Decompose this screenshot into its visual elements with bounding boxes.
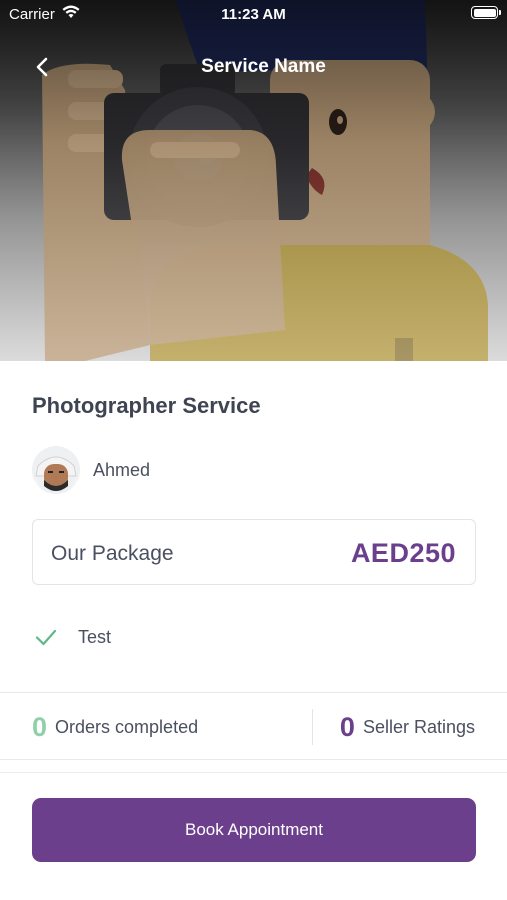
book-appointment-button[interactable]: Book Appointment <box>32 798 476 862</box>
feature-label: Test <box>78 626 112 647</box>
check-icon <box>35 629 57 646</box>
package-card[interactable]: Our Package AED250 <box>32 519 476 585</box>
seller-avatar-image <box>32 446 80 494</box>
footer-divider <box>0 772 507 773</box>
package-label: Our Package <box>51 542 174 565</box>
status-bar: Carrier 11:23 AM <box>0 0 507 28</box>
nav-title: Service Name <box>201 56 326 77</box>
feature-item: Test <box>34 624 111 650</box>
package-price: AED250 <box>350 538 456 568</box>
ratings-label: Seller Ratings <box>362 716 475 737</box>
orders-label: Orders completed <box>55 716 199 737</box>
stats-divider <box>312 709 313 745</box>
orders-stat: 0 Orders completed <box>32 693 198 761</box>
ratings-stat[interactable]: 0 Seller Ratings <box>340 693 475 761</box>
seller-name: Ahmed <box>93 459 151 480</box>
battery-icon <box>471 6 501 19</box>
hero-gradient-overlay <box>0 0 507 361</box>
hero-image <box>0 0 507 361</box>
seller-info[interactable]: Ahmed <box>32 446 150 494</box>
service-title: Photographer Service <box>32 393 261 418</box>
avatar <box>32 446 80 494</box>
status-time: 11:23 AM <box>221 6 286 23</box>
ratings-count: 0 <box>339 711 355 742</box>
orders-count: 0 <box>32 711 48 742</box>
stats-bar: 0 Orders completed 0 Seller Ratings <box>0 692 507 760</box>
